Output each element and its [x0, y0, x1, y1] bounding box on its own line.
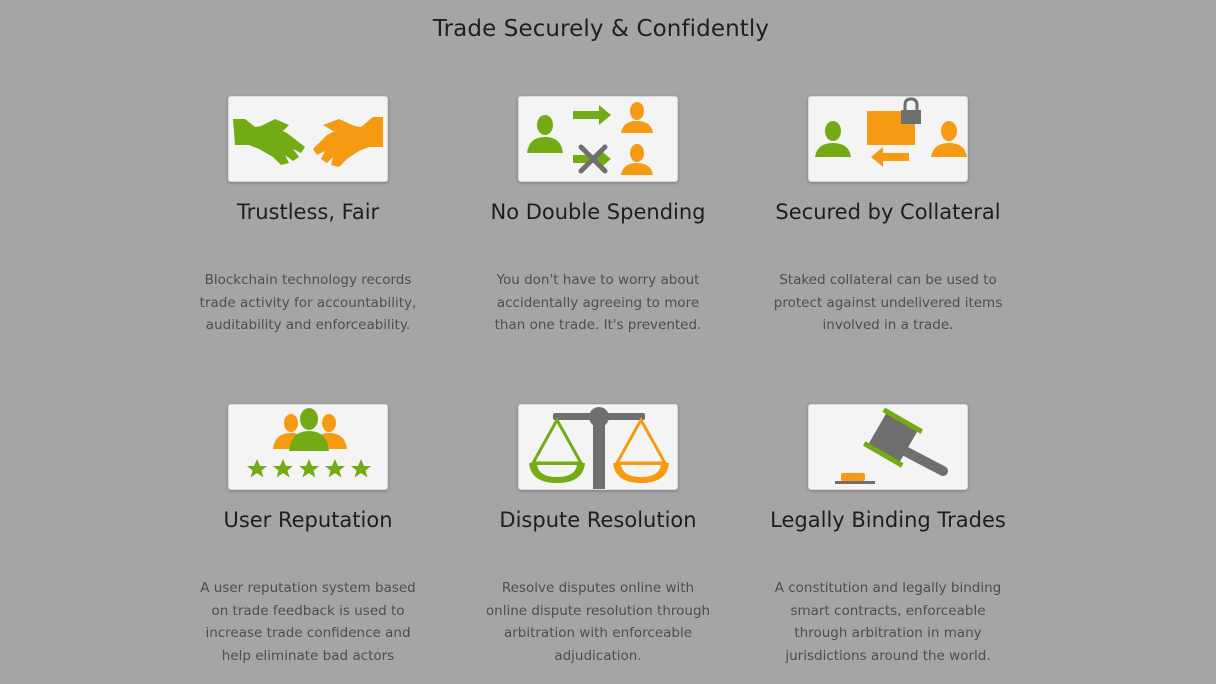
- feature-user-reputation: User Reputation A user reputation system…: [163, 404, 453, 667]
- feature-secured-by-collateral: Secured by Collateral Staked collateral …: [743, 96, 1033, 337]
- feature-icon-card: [808, 404, 968, 490]
- feature-title: No Double Spending: [490, 200, 706, 224]
- features-section: Trade Securely & Confidently Trustless, …: [0, 0, 1216, 684]
- reputation-stars-icon: [247, 408, 371, 478]
- no-double-spend-icon: [527, 102, 653, 175]
- feature-title: Trustless, Fair: [236, 200, 380, 224]
- collateral-lock-icon: [815, 97, 967, 167]
- feature-icon-card: [808, 96, 968, 182]
- feature-icon-card: [228, 96, 388, 182]
- feature-description: You don't have to worry about accidental…: [494, 272, 702, 333]
- gavel-icon: [835, 407, 948, 484]
- feature-title: Dispute Resolution: [499, 508, 697, 532]
- feature-legally-binding: Legally Binding Trades A constitution an…: [743, 404, 1033, 667]
- handshake-icon: [233, 117, 383, 167]
- feature-description: A constitution and legally binding smart…: [774, 580, 1002, 664]
- feature-description: Resolve disputes online with online disp…: [485, 580, 711, 664]
- feature-icon-card: [518, 96, 678, 182]
- scales-icon: [529, 407, 669, 489]
- feature-icon-card: [228, 404, 388, 490]
- section-heading: Trade Securely & Confidently: [432, 16, 770, 42]
- feature-title: Secured by Collateral: [775, 200, 1001, 224]
- feature-no-double-spending: No Double Spending You don't have to wor…: [453, 96, 743, 337]
- feature-trustless: Trustless, Fair Blockchain technology re…: [163, 96, 453, 337]
- feature-icon-card: [518, 404, 678, 490]
- feature-title: Legally Binding Trades: [770, 508, 1006, 532]
- feature-title: User Reputation: [223, 508, 393, 532]
- feature-description: A user reputation system based on trade …: [200, 580, 416, 664]
- feature-description: Blockchain technology records trade acti…: [199, 272, 417, 333]
- feature-dispute-resolution: Dispute Resolution Resolve disputes onli…: [453, 404, 743, 667]
- feature-description: Staked collateral can be used to protect…: [773, 272, 1003, 333]
